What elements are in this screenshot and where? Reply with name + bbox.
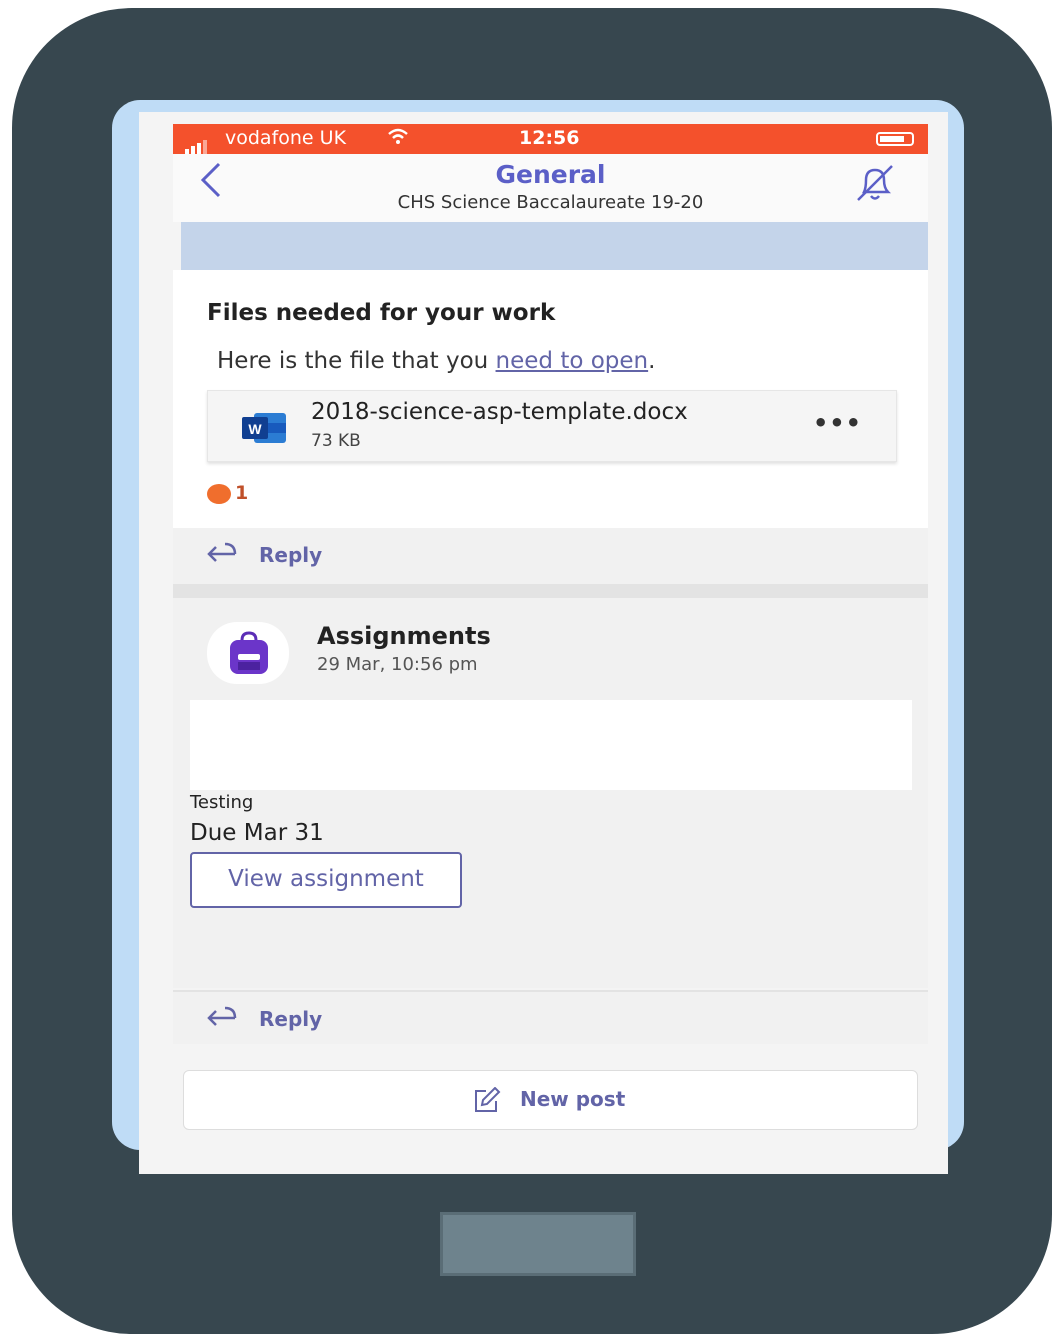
file-attachment[interactable]: W 2018-science-asp-template.docx 73 KB •…: [207, 390, 897, 462]
thread-divider: [173, 584, 928, 598]
file-name: 2018-science-asp-template.docx: [311, 399, 688, 425]
message-timestamp: 29 Mar, 10:56 pm: [317, 654, 478, 675]
status-time: 12:56: [519, 127, 580, 149]
compose-icon: [472, 1086, 502, 1117]
battery-icon: [876, 132, 914, 146]
assignment-card-body: [190, 700, 912, 790]
message-subject: Files needed for your work: [207, 300, 556, 326]
wifi-icon: [387, 126, 409, 151]
post-header-banner: [181, 222, 928, 270]
carrier-name: vodafone UK: [225, 127, 347, 149]
reaction-badge[interactable]: 1: [207, 482, 248, 504]
more-options-icon[interactable]: •••: [813, 409, 862, 437]
need-to-open-link[interactable]: need to open: [496, 348, 649, 374]
team-name: CHS Science Baccalaureate 19-20: [397, 192, 704, 213]
reply-label: Reply: [259, 543, 323, 567]
avatar: [207, 622, 289, 684]
backpack-icon: [226, 630, 272, 680]
message-text: Here is the file that you: [217, 348, 496, 374]
new-post-area: New post: [173, 1044, 928, 1174]
angry-emoji-icon: [207, 483, 231, 504]
assignment-card: Assignments 29 Mar, 10:56 pm Testing Due…: [173, 598, 928, 988]
reaction-count: 1: [235, 482, 249, 504]
word-file-icon: W: [240, 411, 288, 449]
message-body: Here is the file that you need to open.: [217, 348, 655, 374]
message-text-end: .: [648, 348, 656, 374]
reply-button[interactable]: Reply: [173, 528, 928, 584]
svg-text:W: W: [248, 421, 262, 437]
due-date: Due Mar 31: [190, 820, 324, 846]
status-bar: vodafone UK 12:56: [173, 124, 928, 154]
bell-muted-icon[interactable]: [852, 164, 898, 208]
channel-header: General CHS Science Baccalaureate 19-20: [173, 154, 928, 222]
reply-button[interactable]: Reply: [173, 990, 928, 1048]
new-post-label: New post: [520, 1087, 626, 1111]
message-card: Files needed for your work Here is the f…: [173, 270, 928, 528]
app-screen: vodafone UK 12:56 General CHS Science Ba…: [139, 112, 948, 1174]
new-post-button[interactable]: New post: [183, 1070, 918, 1130]
reply-label: Reply: [259, 1007, 323, 1031]
signal-icon: [185, 132, 209, 154]
reply-arrow-icon: [205, 538, 237, 569]
home-button[interactable]: [440, 1212, 636, 1276]
view-assignment-button[interactable]: View assignment: [190, 852, 462, 908]
file-size: 73 KB: [311, 431, 361, 451]
channel-title: General: [495, 160, 606, 189]
assignment-title: Testing: [190, 792, 254, 813]
sender-name: Assignments: [317, 622, 491, 650]
reply-arrow-icon: [205, 1002, 237, 1033]
